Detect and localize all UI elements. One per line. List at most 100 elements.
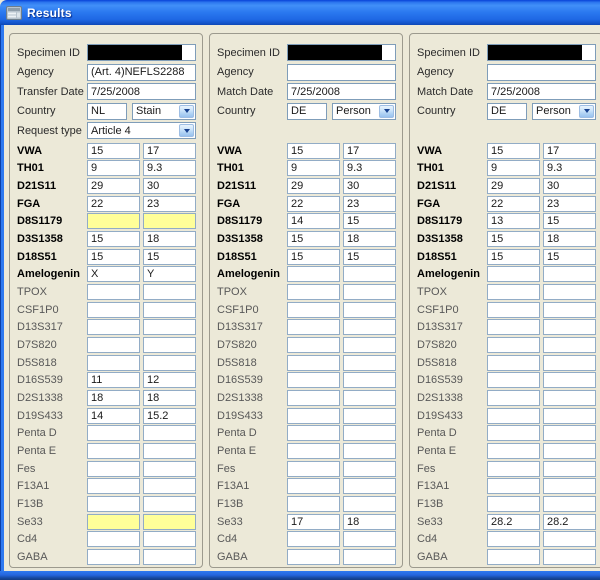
allele-input[interactable] bbox=[87, 478, 140, 494]
allele-input[interactable]: 18 bbox=[143, 231, 196, 247]
allele-input[interactable] bbox=[343, 496, 396, 512]
allele-input[interactable] bbox=[487, 284, 540, 300]
allele-input[interactable] bbox=[87, 514, 140, 530]
allele-input[interactable]: 14 bbox=[287, 213, 340, 229]
allele-input[interactable]: 12 bbox=[143, 372, 196, 388]
allele-input[interactable]: 23 bbox=[343, 196, 396, 212]
allele-input[interactable] bbox=[287, 319, 340, 335]
date-input[interactable]: 7/25/2008 bbox=[87, 83, 196, 100]
allele-input[interactable]: 30 bbox=[143, 178, 196, 194]
allele-input[interactable]: 18 bbox=[343, 231, 396, 247]
allele-input[interactable] bbox=[487, 425, 540, 441]
allele-input[interactable]: 29 bbox=[87, 178, 140, 194]
agency-input[interactable]: (Art. 4)NEFLS2288 bbox=[87, 64, 196, 81]
allele-input[interactable] bbox=[143, 531, 196, 547]
allele-input[interactable] bbox=[487, 531, 540, 547]
allele-input[interactable] bbox=[87, 549, 140, 565]
allele-input[interactable] bbox=[487, 372, 540, 388]
allele-input[interactable]: 29 bbox=[287, 178, 340, 194]
allele-input[interactable]: 15 bbox=[87, 249, 140, 265]
allele-input[interactable]: 23 bbox=[143, 196, 196, 212]
allele-input[interactable]: 17 bbox=[287, 514, 340, 530]
date-input[interactable]: 7/25/2008 bbox=[487, 83, 596, 100]
allele-input[interactable] bbox=[343, 461, 396, 477]
allele-input[interactable] bbox=[543, 355, 596, 371]
allele-input[interactable]: 18 bbox=[343, 514, 396, 530]
allele-input[interactable] bbox=[543, 337, 596, 353]
dropdown-arrow-icon[interactable] bbox=[379, 105, 394, 118]
dropdown-arrow-icon[interactable] bbox=[179, 105, 194, 118]
allele-input[interactable] bbox=[143, 213, 196, 229]
allele-input[interactable] bbox=[487, 337, 540, 353]
allele-input[interactable] bbox=[343, 408, 396, 424]
allele-input[interactable]: 15 bbox=[87, 143, 140, 159]
allele-input[interactable] bbox=[287, 549, 340, 565]
allele-input[interactable] bbox=[343, 425, 396, 441]
allele-input[interactable] bbox=[343, 266, 396, 282]
allele-input[interactable]: 15 bbox=[487, 231, 540, 247]
allele-input[interactable]: 9 bbox=[487, 160, 540, 176]
allele-input[interactable] bbox=[287, 266, 340, 282]
allele-input[interactable]: 15 bbox=[287, 143, 340, 159]
allele-input[interactable] bbox=[143, 284, 196, 300]
allele-input[interactable]: 23 bbox=[543, 196, 596, 212]
allele-input[interactable] bbox=[287, 478, 340, 494]
allele-input[interactable] bbox=[487, 478, 540, 494]
allele-input[interactable]: 14 bbox=[87, 408, 140, 424]
allele-input[interactable] bbox=[143, 549, 196, 565]
allele-input[interactable]: 15 bbox=[343, 249, 396, 265]
allele-input[interactable] bbox=[287, 355, 340, 371]
allele-input[interactable] bbox=[543, 531, 596, 547]
allele-input[interactable]: Y bbox=[143, 266, 196, 282]
allele-input[interactable]: 15.2 bbox=[143, 408, 196, 424]
allele-input[interactable] bbox=[143, 355, 196, 371]
allele-input[interactable] bbox=[87, 213, 140, 229]
allele-input[interactable] bbox=[487, 319, 540, 335]
allele-input[interactable] bbox=[343, 302, 396, 318]
allele-input[interactable]: 22 bbox=[287, 196, 340, 212]
allele-input[interactable] bbox=[543, 461, 596, 477]
allele-input[interactable] bbox=[487, 302, 540, 318]
allele-input[interactable] bbox=[143, 496, 196, 512]
allele-input[interactable] bbox=[543, 443, 596, 459]
dropdown-arrow-icon[interactable] bbox=[179, 124, 194, 137]
country-code-input[interactable]: DE bbox=[287, 103, 327, 120]
allele-input[interactable] bbox=[543, 390, 596, 406]
allele-input[interactable] bbox=[487, 355, 540, 371]
allele-input[interactable] bbox=[543, 266, 596, 282]
allele-input[interactable]: 18 bbox=[143, 390, 196, 406]
allele-input[interactable]: 29 bbox=[487, 178, 540, 194]
allele-input[interactable]: 30 bbox=[343, 178, 396, 194]
allele-input[interactable] bbox=[143, 302, 196, 318]
allele-input[interactable] bbox=[543, 478, 596, 494]
allele-input[interactable] bbox=[87, 337, 140, 353]
allele-input[interactable] bbox=[143, 461, 196, 477]
allele-input[interactable]: 9 bbox=[87, 160, 140, 176]
allele-input[interactable] bbox=[87, 443, 140, 459]
allele-input[interactable] bbox=[287, 443, 340, 459]
specimen-id-input[interactable] bbox=[487, 44, 596, 61]
allele-input[interactable] bbox=[287, 496, 340, 512]
allele-input[interactable]: 15 bbox=[487, 143, 540, 159]
allele-input[interactable] bbox=[487, 408, 540, 424]
allele-input[interactable]: 15 bbox=[543, 249, 596, 265]
allele-input[interactable] bbox=[143, 514, 196, 530]
allele-input[interactable]: 17 bbox=[143, 143, 196, 159]
allele-input[interactable] bbox=[143, 425, 196, 441]
allele-input[interactable] bbox=[543, 496, 596, 512]
allele-input[interactable]: 15 bbox=[287, 231, 340, 247]
agency-input[interactable] bbox=[287, 64, 396, 81]
allele-input[interactable] bbox=[143, 337, 196, 353]
allele-input[interactable] bbox=[343, 443, 396, 459]
allele-input[interactable]: X bbox=[87, 266, 140, 282]
specimen-type-combobox[interactable]: Stain bbox=[132, 103, 196, 120]
allele-input[interactable]: 28.2 bbox=[543, 514, 596, 530]
allele-input[interactable] bbox=[287, 531, 340, 547]
allele-input[interactable]: 30 bbox=[543, 178, 596, 194]
allele-input[interactable] bbox=[543, 549, 596, 565]
allele-input[interactable] bbox=[287, 425, 340, 441]
allele-input[interactable] bbox=[343, 549, 396, 565]
allele-input[interactable] bbox=[343, 284, 396, 300]
allele-input[interactable] bbox=[87, 355, 140, 371]
allele-input[interactable] bbox=[287, 372, 340, 388]
